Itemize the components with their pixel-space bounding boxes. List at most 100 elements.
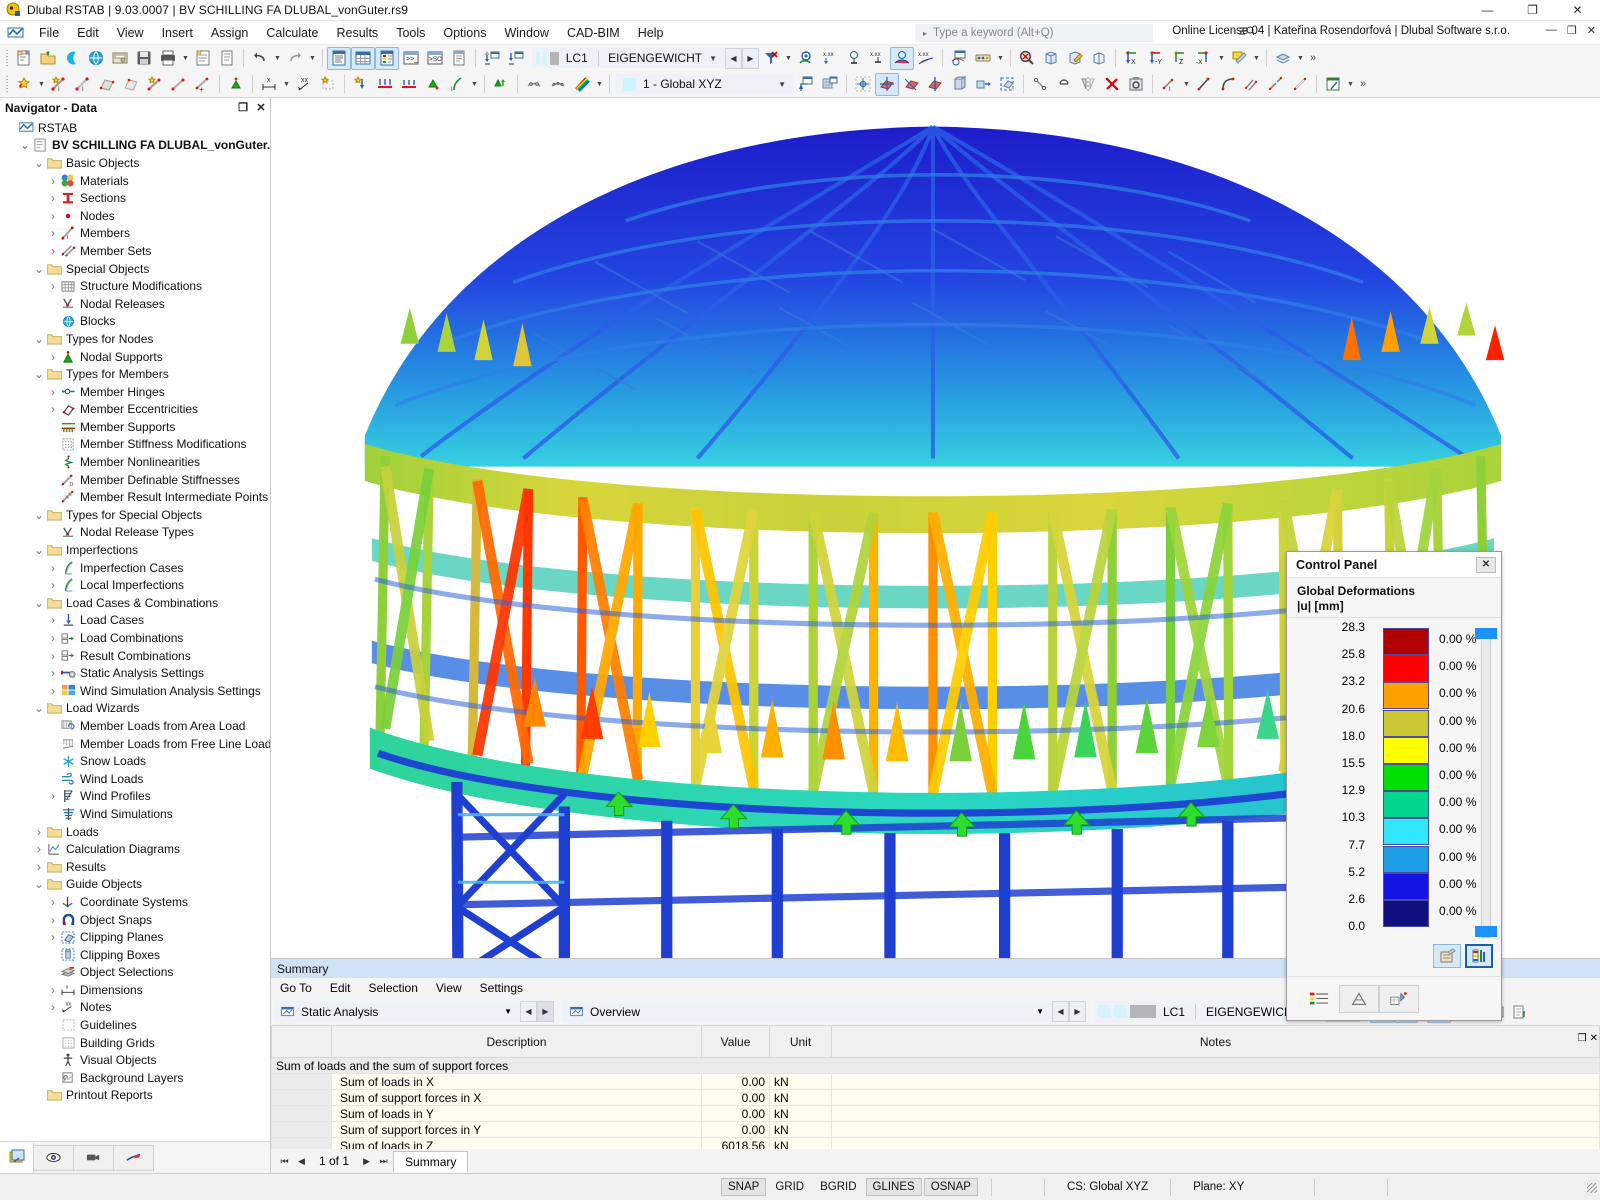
rfem-link-button[interactable] bbox=[60, 47, 84, 70]
chevron-down-icon[interactable]: ⌄ bbox=[18, 142, 32, 148]
chevron-right-icon[interactable]: › bbox=[46, 402, 60, 416]
navigator-views-tab[interactable] bbox=[74, 1145, 114, 1171]
chevron-down-icon[interactable]: ⌄ bbox=[32, 266, 46, 272]
view-combo-chevron-down-icon[interactable]: ▼ bbox=[1028, 1007, 1052, 1016]
tree-item-member-eccentricities[interactable]: ›Member Eccentricities bbox=[0, 401, 270, 419]
table-view-dropdown-icon[interactable]: ▼ bbox=[1345, 73, 1356, 96]
summary-column-header[interactable]: Unit bbox=[770, 1026, 832, 1058]
render-style-button[interactable] bbox=[1227, 47, 1251, 70]
tree-item-members[interactable]: ›IMembers bbox=[0, 225, 270, 243]
tree-item-local-imperfections[interactable]: ›Local Imperfections bbox=[0, 576, 270, 594]
edit-view-button[interactable] bbox=[1063, 47, 1087, 70]
member-section-button[interactable]: I bbox=[1157, 73, 1181, 96]
tree-item-types-for-nodes[interactable]: ⌄Types for Nodes bbox=[0, 330, 270, 348]
tree-item-nodal-supports[interactable]: ›Nodal Supports bbox=[0, 348, 270, 366]
tree-item-wind-loads[interactable]: Wind Loads bbox=[0, 770, 270, 788]
summary-menu-selection[interactable]: Selection bbox=[360, 979, 427, 997]
rotate-button[interactable] bbox=[899, 73, 923, 96]
delete-button[interactable] bbox=[1100, 73, 1124, 96]
summary-group-row[interactable]: Sum of loads and the sum of support forc… bbox=[272, 1058, 1600, 1074]
member-hinge-2-button[interactable] bbox=[546, 73, 570, 96]
table-panel-button[interactable] bbox=[351, 47, 375, 70]
tree-item-member-hinges[interactable]: ›Member Hinges bbox=[0, 383, 270, 401]
tree-item-loads[interactable]: ›Loads bbox=[0, 823, 270, 841]
tree-item-snow-loads[interactable]: Snow Loads bbox=[0, 752, 270, 770]
tree-item-object-snaps[interactable]: ›Object Snaps bbox=[0, 911, 270, 929]
deformation-display-button[interactable] bbox=[890, 47, 914, 70]
load-case-select-button[interactable] bbox=[504, 47, 528, 70]
dock-restore-icon[interactable]: ❒ bbox=[1578, 1033, 1587, 1044]
report-list-button[interactable] bbox=[447, 47, 471, 70]
cp-tab-color-scale[interactable] bbox=[1299, 985, 1339, 1013]
imperfection-button[interactable]: I bbox=[445, 73, 469, 96]
color-swatch[interactable] bbox=[1383, 846, 1429, 873]
tree-item-wind-profiles[interactable]: ›Wind Profiles bbox=[0, 788, 270, 806]
redo-button[interactable] bbox=[283, 47, 307, 70]
summary-menu-edit[interactable]: Edit bbox=[321, 979, 360, 997]
tree-item-background-layers[interactable]: Background Layers bbox=[0, 1069, 270, 1087]
result-values-button[interactable]: x.xx bbox=[818, 47, 842, 70]
tree-item-dimensions[interactable]: ›xDimensions bbox=[0, 981, 270, 999]
move-button[interactable] bbox=[875, 73, 899, 96]
summary-menu-go-to[interactable]: Go To bbox=[271, 979, 321, 997]
tree-item-rstab[interactable]: RSTAB bbox=[0, 119, 270, 137]
snap-origin-button[interactable] bbox=[851, 73, 875, 96]
tree-item-load-combinations[interactable]: ›Load Combinations bbox=[0, 629, 270, 647]
navigator-panel-button[interactable] bbox=[327, 47, 351, 70]
lc-prev-button[interactable]: ◀ bbox=[725, 48, 742, 69]
prev-page-button[interactable]: ◀ bbox=[294, 1156, 309, 1167]
chevron-down-icon[interactable]: ⌄ bbox=[32, 547, 46, 553]
tree-item-building-grids[interactable]: Building Grids bbox=[0, 1034, 270, 1052]
menu-item-file[interactable]: File bbox=[30, 23, 68, 43]
tree-item-sections[interactable]: ›Sections bbox=[0, 189, 270, 207]
imperfection-dropdown-icon[interactable]: ▼ bbox=[469, 73, 480, 96]
analysis-combo-chevron-down-icon[interactable]: ▼ bbox=[496, 1007, 520, 1016]
summary-column-header[interactable] bbox=[272, 1026, 332, 1058]
new-nodal-support-button[interactable] bbox=[224, 73, 248, 96]
tree-item-clipping-boxes[interactable]: Clipping Boxes bbox=[0, 946, 270, 964]
navigator-close-button[interactable]: ✕ bbox=[252, 101, 270, 114]
color-scale-row[interactable]: 7.70.00 % bbox=[1287, 846, 1483, 873]
tree-item-printout-reports[interactable]: Printout Reports bbox=[0, 1087, 270, 1105]
tree-item-member-loads-from-free-line-load[interactable]: Member Loads from Free Line Load bbox=[0, 735, 270, 753]
member-offset-button[interactable] bbox=[1288, 73, 1312, 96]
menu-item-assign[interactable]: Assign bbox=[202, 23, 258, 43]
chevron-right-icon[interactable]: › bbox=[46, 191, 60, 205]
chevron-right-icon[interactable]: › bbox=[32, 842, 46, 856]
chevron-right-icon[interactable]: › bbox=[46, 1000, 60, 1014]
result-diagram-button[interactable]: x.xx bbox=[914, 47, 938, 70]
color-scale-row[interactable]: 12.90.00 % bbox=[1287, 791, 1483, 818]
table-view-button[interactable] bbox=[1321, 73, 1345, 96]
chevron-right-icon[interactable]: › bbox=[46, 789, 60, 803]
print-button[interactable] bbox=[156, 47, 180, 70]
redo-dropdown-icon[interactable]: ▼ bbox=[307, 47, 318, 70]
new-guideline-button[interactable] bbox=[316, 73, 340, 96]
tree-item-results[interactable]: ›Results bbox=[0, 858, 270, 876]
parallel-members-button[interactable] bbox=[1240, 73, 1264, 96]
chevron-right-icon[interactable]: › bbox=[46, 209, 60, 223]
new-surface-button[interactable] bbox=[95, 73, 119, 96]
chevron-right-icon[interactable]: › bbox=[46, 350, 60, 364]
menu-item-help[interactable]: Help bbox=[629, 23, 673, 43]
view-x-button[interactable]: X bbox=[1120, 47, 1144, 70]
next-page-button[interactable]: ▶ bbox=[359, 1156, 374, 1167]
tree-item-types-for-special-objects[interactable]: ⌄Types for Special Objects bbox=[0, 506, 270, 524]
color-swatch[interactable] bbox=[1383, 900, 1429, 927]
open-model-button[interactable] bbox=[36, 47, 60, 70]
filter-off-button[interactable] bbox=[759, 47, 783, 70]
load-case-combo[interactable]: LC1 EIGENGEWICHT ▼ bbox=[532, 48, 725, 68]
new-model-button[interactable] bbox=[12, 47, 36, 70]
color-scale-dropdown-icon[interactable]: ▼ bbox=[594, 73, 605, 96]
chevron-right-icon[interactable]: › bbox=[46, 561, 60, 575]
max-value-button[interactable]: x.xx bbox=[866, 47, 890, 70]
tree-item-visual-objects[interactable]: Visual Objects bbox=[0, 1051, 270, 1069]
tree-item-result-combinations[interactable]: ›Result Combinations bbox=[0, 647, 270, 665]
chevron-right-icon[interactable]: › bbox=[46, 649, 60, 663]
chevron-down-icon[interactable]: ⌄ bbox=[32, 705, 46, 711]
chevron-right-icon[interactable]: › bbox=[32, 860, 46, 874]
tree-item-materials[interactable]: ›Materials bbox=[0, 172, 270, 190]
document-button[interactable] bbox=[215, 47, 239, 70]
table-row[interactable]: Sum of support forces in X0.00kN bbox=[272, 1090, 1600, 1106]
view-z-button[interactable]: Z bbox=[1168, 47, 1192, 70]
chevron-down-icon[interactable]: ⌄ bbox=[32, 371, 46, 377]
